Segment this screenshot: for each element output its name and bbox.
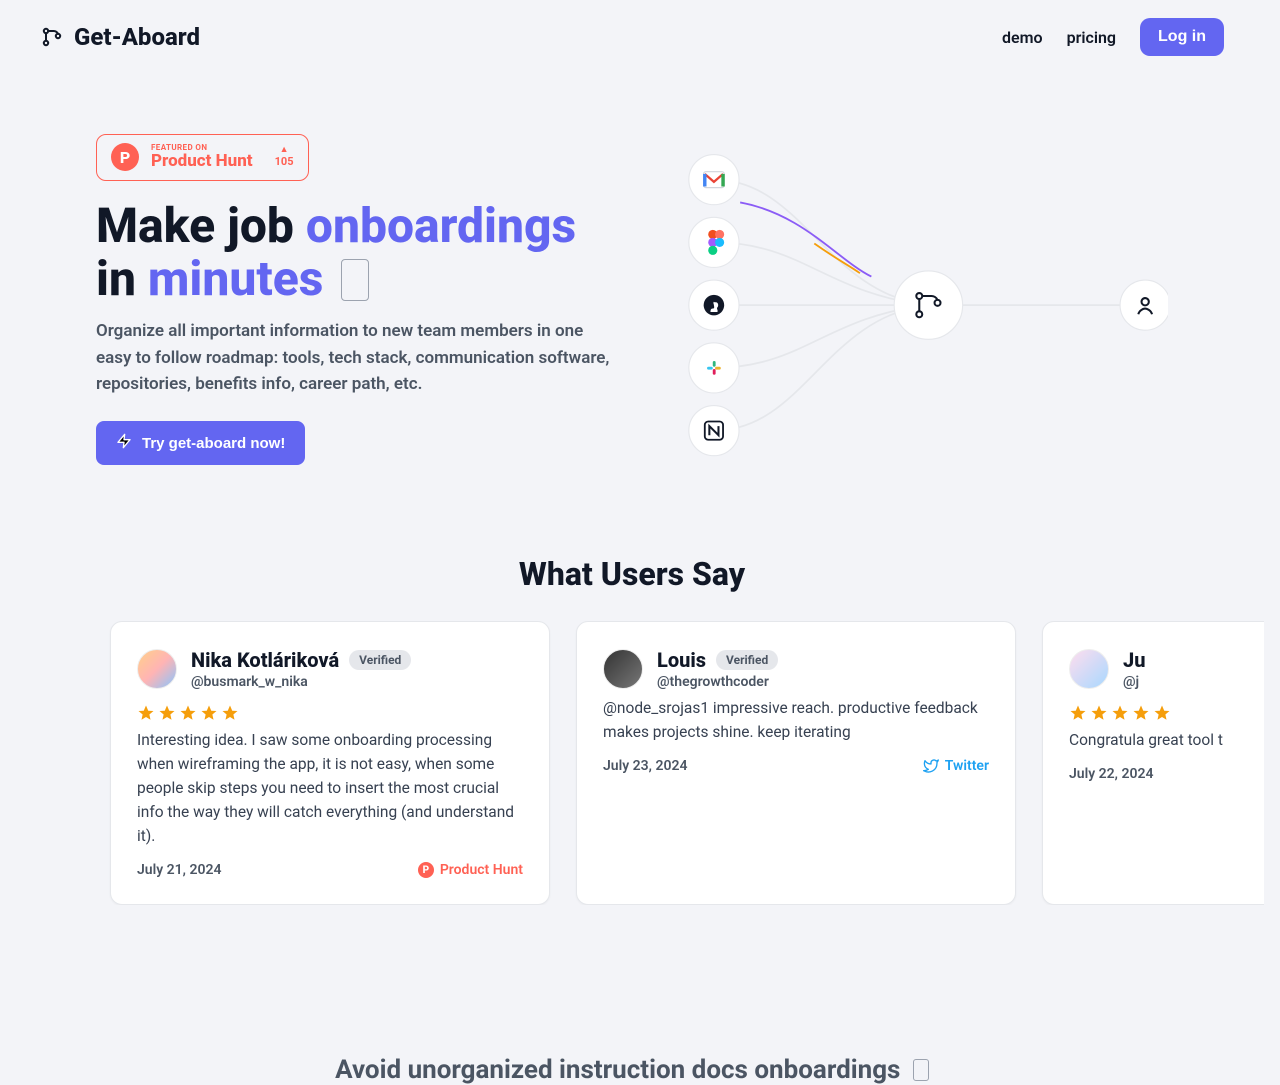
testimonial-date: July 21, 2024: [137, 862, 221, 878]
title-accent-onboardings: onboardings: [306, 197, 576, 254]
star-icon: [1069, 704, 1087, 722]
star-icon: [1111, 704, 1129, 722]
avatar: [137, 649, 177, 689]
testimonials-row: Nika Kotláriková Verified @busmark_w_nik…: [0, 621, 1264, 905]
main-nav: demo pricing Log in: [1002, 18, 1224, 56]
product-hunt-badge[interactable]: P FEATURED ON Product Hunt ▲ 105: [96, 134, 309, 181]
source-label: Twitter: [945, 758, 989, 774]
site-header: Get-Aboard demo pricing Log in: [0, 0, 1264, 74]
testimonial-card: Ju @j Congratula great tool t July 22, 2…: [1042, 621, 1264, 905]
hero: P FEATURED ON Product Hunt ▲ 105 Make jo…: [0, 74, 1264, 505]
testimonial-date: July 23, 2024: [603, 758, 687, 774]
try-now-label: Try get-aboard now!: [142, 435, 285, 452]
testimonial-date: July 22, 2024: [1069, 766, 1153, 782]
login-button[interactable]: Log in: [1140, 18, 1224, 56]
bottom-heading: Avoid unorganized instruction docs onboa…: [0, 1055, 1264, 1085]
testimonial-handle: @thegrowthcoder: [657, 674, 778, 690]
connection-graph-icon: [666, 134, 1168, 476]
nav-demo[interactable]: demo: [1002, 28, 1043, 47]
testimonials-heading: What Users Say: [0, 555, 1264, 593]
ph-product-hunt-label: Product Hunt: [151, 152, 253, 172]
testimonial-name: Louis: [657, 648, 706, 672]
testimonial-card: Nika Kotláriková Verified @busmark_w_nik…: [110, 621, 550, 905]
product-hunt-mini-icon: P: [418, 862, 434, 878]
star-icon: [1090, 704, 1108, 722]
star-icon: [1132, 704, 1150, 722]
verified-badge: Verified: [716, 650, 778, 670]
hero-illustration: [666, 134, 1168, 434]
brand[interactable]: Get-Aboard: [40, 23, 200, 51]
source-label: Product Hunt: [440, 862, 523, 878]
ph-count-value: 105: [275, 155, 294, 168]
title-text-1: Make job: [96, 197, 306, 254]
star-icon: [1153, 704, 1171, 722]
star-icon: [137, 704, 155, 722]
star-rating: [137, 704, 523, 722]
nav-pricing[interactable]: pricing: [1067, 28, 1116, 47]
product-hunt-logo-icon: P: [111, 143, 139, 171]
testimonial-name: Nika Kotláriková: [191, 648, 339, 672]
hero-title: Make job onboardings in minutes: [96, 199, 626, 307]
hero-left: P FEATURED ON Product Hunt ▲ 105 Make jo…: [96, 134, 626, 465]
star-icon: [200, 704, 218, 722]
github-icon: [704, 295, 725, 316]
bottom-heading-text: Avoid unorganized instruction docs onboa…: [335, 1055, 907, 1085]
ph-text: FEATURED ON Product Hunt: [151, 143, 253, 172]
testimonial-body: Interesting idea. I saw some onboarding …: [137, 728, 523, 848]
testimonial-body: Congratula great tool t: [1069, 728, 1264, 752]
bolt-icon: [116, 433, 132, 453]
testimonial-card: Louis Verified @thegrowthcoder @node_sro…: [576, 621, 1016, 905]
try-now-button[interactable]: Try get-aboard now!: [96, 421, 305, 465]
notion-icon: [705, 422, 723, 440]
missing-glyph-icon: [913, 1059, 929, 1081]
testimonial-handle: @busmark_w_nika: [191, 674, 411, 690]
star-rating: [1069, 704, 1264, 722]
verified-badge: Verified: [349, 650, 411, 670]
testimonial-handle: @j: [1123, 674, 1145, 690]
gmail-icon: [704, 172, 725, 188]
missing-glyph-icon: [341, 259, 369, 301]
avatar: [603, 649, 643, 689]
brand-logo-icon: [40, 25, 64, 49]
twitter-icon: [923, 758, 939, 774]
hero-description: Organize all important information to ne…: [96, 318, 616, 397]
triangle-up-icon: ▲: [280, 146, 289, 155]
brand-name: Get-Aboard: [74, 23, 200, 51]
star-icon: [158, 704, 176, 722]
title-text-2: in: [96, 250, 148, 307]
star-icon: [179, 704, 197, 722]
star-icon: [221, 704, 239, 722]
title-accent-minutes: minutes: [148, 250, 335, 307]
testimonial-body: @node_srojas1 impressive reach. producti…: [603, 696, 989, 744]
source-product-hunt[interactable]: P Product Hunt: [418, 862, 523, 878]
avatar: [1069, 649, 1109, 689]
ph-upvote-count: ▲ 105: [275, 146, 294, 168]
source-twitter[interactable]: Twitter: [923, 758, 989, 774]
testimonial-name: Ju: [1123, 648, 1145, 672]
